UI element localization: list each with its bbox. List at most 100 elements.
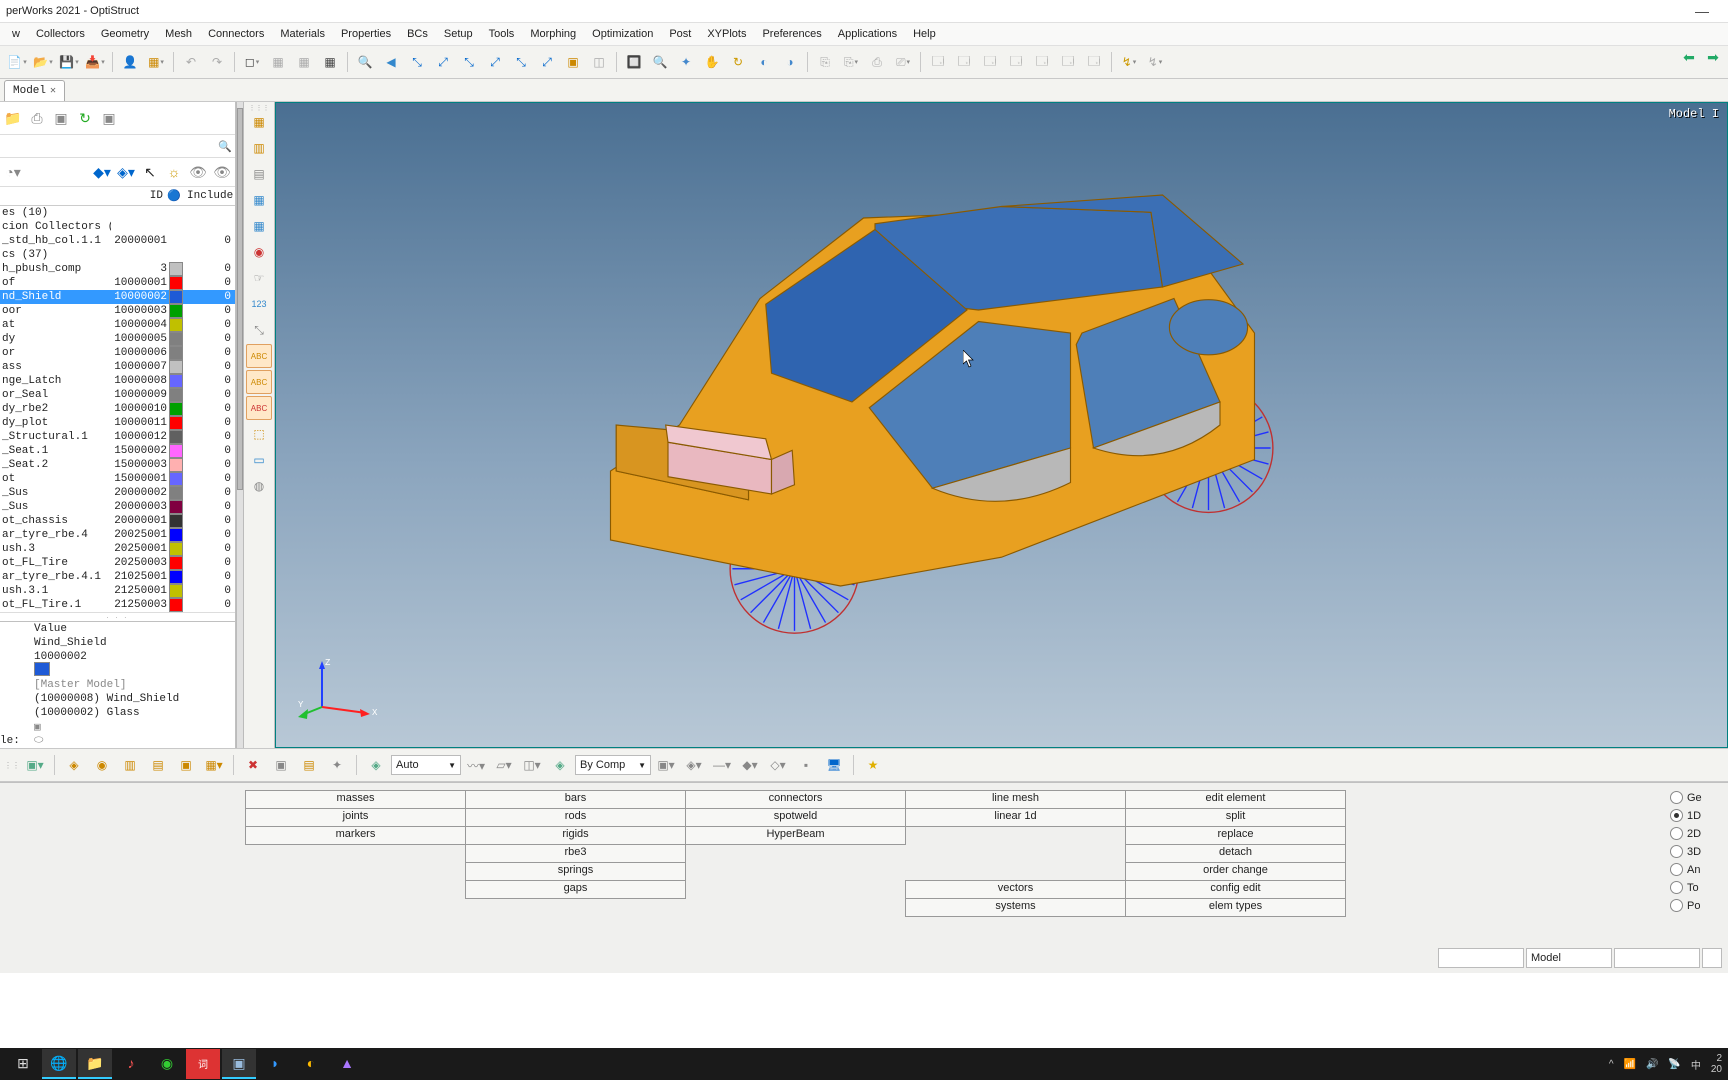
tree-row[interactable]: oor100000030 — [0, 304, 235, 318]
panel-button[interactable]: connectors — [685, 790, 906, 809]
menu-bcs[interactable]: BCs — [399, 23, 436, 45]
panel-button[interactable]: line mesh — [905, 790, 1126, 809]
vt-wire2-icon[interactable]: ▦ — [246, 214, 272, 238]
window-3-button[interactable]: 🗔 — [978, 50, 1002, 74]
vt-trans-icon[interactable]: ▤ — [246, 162, 272, 186]
disp-point-icon[interactable]: ▪ — [794, 753, 818, 777]
sel-disp-icon[interactable]: ▦▾ — [202, 753, 226, 777]
task-app-1[interactable]: ♪ — [114, 1049, 148, 1079]
panel-radio[interactable]: 3D — [1670, 843, 1726, 860]
redo-button[interactable]: ↷ — [205, 50, 229, 74]
iso-view-button[interactable]: ▣ — [561, 50, 585, 74]
tree-row[interactable]: ar_tyre_rbe.4200250010 — [0, 528, 235, 542]
tree-row[interactable]: dy_plot100000110 — [0, 416, 235, 430]
open-button[interactable]: 📂▾ — [31, 50, 55, 74]
tree-row[interactable]: es (10) — [0, 206, 235, 220]
window-5-button[interactable]: 🗔 — [1030, 50, 1054, 74]
window-6-button[interactable]: 🗔 — [1056, 50, 1080, 74]
tree-row[interactable]: cion Collectors (1) — [0, 220, 235, 234]
browser-icon-1[interactable]: 📁 — [2, 107, 24, 129]
tree-row[interactable]: ot_FL_Tire202500030 — [0, 556, 235, 570]
panel-button[interactable]: rigids — [465, 826, 686, 845]
solid-icon[interactable]: ◫▾ — [520, 753, 544, 777]
rotate-button[interactable]: ↻ — [726, 50, 750, 74]
axis-yz-button[interactable]: ⤢ — [431, 50, 455, 74]
browser-icon-4[interactable]: ↻ — [74, 107, 96, 129]
vt-spring-icon[interactable]: ⬚ — [246, 422, 272, 446]
viewport[interactable]: Model I — [275, 102, 1728, 748]
panel-radio[interactable]: Po — [1670, 897, 1726, 914]
mesh-lines-button[interactable]: ▦ — [318, 50, 342, 74]
menu-post[interactable]: Post — [661, 23, 699, 45]
splitter[interactable]: · · · — [0, 612, 235, 621]
panel-button[interactable]: edit element — [1125, 790, 1346, 809]
tree-row[interactable]: ar_tyre_rbe.4.1210250010 — [0, 570, 235, 584]
panel-radio[interactable]: 1D — [1670, 807, 1726, 824]
tab-close-icon[interactable]: ✕ — [50, 85, 56, 97]
wireframe-button[interactable]: ▦ — [266, 50, 290, 74]
tree-row[interactable]: cs (37) — [0, 248, 235, 262]
reverse-button[interactable]: ◫ — [587, 50, 611, 74]
vt-abc3-icon[interactable]: ABC — [246, 396, 272, 420]
tree-row[interactable]: or_Seal100000090 — [0, 388, 235, 402]
panel-radio[interactable]: 2D — [1670, 825, 1726, 842]
tree-row[interactable]: _Sus200000020 — [0, 486, 235, 500]
auto-cube-icon[interactable]: ◈ — [364, 753, 388, 777]
eye-off-icon[interactable]: 👁 — [211, 161, 233, 183]
import-button[interactable]: 📥▾ — [83, 50, 107, 74]
link-button[interactable]: ↯▾ — [1117, 50, 1141, 74]
menu-geometry[interactable]: Geometry — [93, 23, 157, 45]
panel-button[interactable]: gaps — [465, 880, 686, 899]
menu-tools[interactable]: Tools — [481, 23, 523, 45]
tree-row[interactable]: at100000040 — [0, 318, 235, 332]
panel-button[interactable]: masses — [245, 790, 466, 809]
panel-button[interactable]: split — [1125, 808, 1346, 827]
menu-properties[interactable]: Properties — [333, 23, 399, 45]
user-button[interactable]: 👤 — [118, 50, 142, 74]
nav-back-button[interactable]: ⬅ — [1678, 46, 1700, 68]
filter-button[interactable]: ◔▾ — [2, 161, 24, 183]
sel-cube-icon[interactable]: ▣▾ — [23, 753, 47, 777]
window-7-button[interactable]: 🗔 — [1082, 50, 1106, 74]
sel-card-icon[interactable]: ▣ — [269, 753, 293, 777]
panel-button[interactable]: linear 1d — [905, 808, 1126, 827]
tree-row[interactable]: dy100000050 — [0, 332, 235, 346]
window-1-button[interactable]: 🗔 — [926, 50, 950, 74]
tree-scrollbar[interactable] — [236, 102, 244, 748]
menu-morphing[interactable]: Morphing — [522, 23, 584, 45]
status-field-1[interactable] — [1438, 948, 1524, 968]
panel-button[interactable]: config edit — [1125, 880, 1346, 899]
tray-wifi-icon[interactable]: 📡 — [1668, 1059, 1680, 1070]
axis-xy-button[interactable]: ⤡ — [405, 50, 429, 74]
task-app-2[interactable]: ◉ — [150, 1049, 184, 1079]
browser-icon-2[interactable]: ⎙ — [26, 107, 48, 129]
vt-wire-icon[interactable]: ▥ — [246, 136, 272, 160]
menu-view[interactable]: w — [4, 23, 28, 45]
tree-row[interactable]: ot_FL_Tire.1212500030 — [0, 598, 235, 612]
menu-collectors[interactable]: Collectors — [28, 23, 93, 45]
zoom-in-button[interactable]: 🔍 — [353, 50, 377, 74]
sel-del-icon[interactable]: ✖ — [241, 753, 265, 777]
save-button[interactable]: 💾▾ — [57, 50, 81, 74]
dynamic-zoom-button[interactable]: 🔍 — [648, 50, 672, 74]
tray-vol-icon[interactable]: 🔊 — [1646, 1059, 1658, 1070]
window-zoom-button[interactable]: 🔲 — [622, 50, 646, 74]
prev-view-button[interactable]: ◀ — [379, 50, 403, 74]
new-button[interactable]: 📄▾ — [5, 50, 29, 74]
center-button[interactable]: ✦ — [674, 50, 698, 74]
vt-shaded-icon[interactable]: ▦ — [246, 110, 272, 134]
panel-button[interactable]: replace — [1125, 826, 1346, 845]
panel-button[interactable]: order change — [1125, 862, 1346, 881]
disp-solid-icon[interactable]: ◈▾ — [682, 753, 706, 777]
panel-button[interactable]: HyperBeam — [685, 826, 906, 845]
by-comp-dropdown[interactable]: By Comp▼ — [575, 755, 651, 775]
tree-row[interactable]: _Sus200000030 — [0, 500, 235, 514]
task-app-6[interactable]: ▲ — [330, 1049, 364, 1079]
system-tray[interactable]: ^ 📶 🔊 📡 中 220 — [1609, 1053, 1722, 1075]
tree-row[interactable]: of100000010 — [0, 276, 235, 290]
tree-row[interactable]: dy_rbe2100000100 — [0, 402, 235, 416]
task-chrome[interactable]: 🌐 — [42, 1049, 76, 1079]
tree-row[interactable]: _Seat.1150000020 — [0, 444, 235, 458]
search-input[interactable] — [0, 137, 215, 155]
panel-button[interactable]: markers — [245, 826, 466, 845]
